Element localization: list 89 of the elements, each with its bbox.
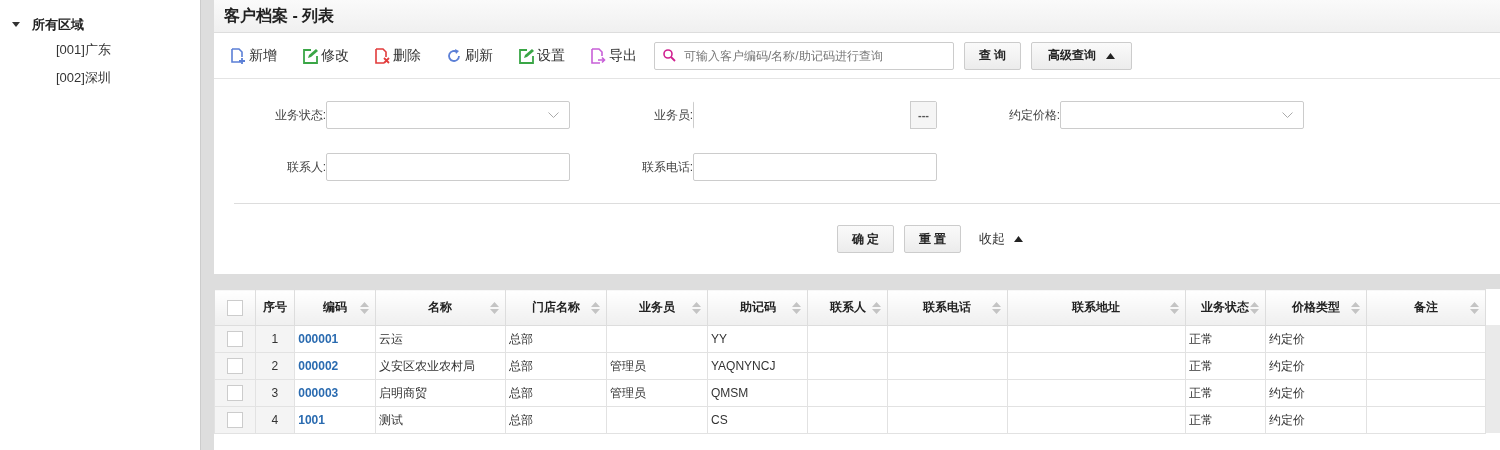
sort-icon[interactable] (1470, 300, 1480, 315)
search-icon (663, 49, 676, 62)
table-cell: 正常 (1188, 412, 1213, 427)
tree-item[interactable]: [002]深圳 (0, 64, 200, 92)
dropdown-field[interactable] (1060, 101, 1304, 129)
table-cell: 约定价 (1268, 331, 1305, 346)
table-cell: QMSM (710, 386, 749, 400)
dropdown-field[interactable] (326, 101, 570, 129)
table-cell: 总部 (509, 331, 534, 346)
sort-icon[interactable] (359, 300, 369, 315)
advanced-query-button[interactable]: 高级查询 (1031, 41, 1133, 70)
collapse-button[interactable]: 收起 (979, 230, 1024, 248)
table-cell: 正常 (1188, 358, 1213, 373)
column-header[interactable]: 备注 (1414, 299, 1438, 316)
checkbox[interactable] (226, 385, 243, 401)
checkbox[interactable] (226, 358, 243, 374)
sort-icon[interactable] (490, 300, 500, 315)
table-cell: 约定价 (1268, 358, 1305, 373)
table-cell: 管理员 (609, 385, 646, 400)
field-label: 联系人: (285, 158, 326, 176)
table-cell: 3 (271, 386, 279, 400)
delete-button[interactable]: 删除 (374, 46, 421, 65)
sort-icon[interactable] (872, 300, 882, 315)
table-cell: 2 (271, 359, 279, 373)
table-cell: 总部 (509, 412, 534, 427)
sort-icon[interactable] (991, 300, 1001, 315)
tree-item[interactable]: [001]广东 (0, 36, 200, 64)
refresh-icon (446, 47, 462, 64)
pencil-square-icon (302, 47, 318, 64)
reset-button[interactable]: 重 置 (904, 225, 962, 253)
table-cell: YY (710, 332, 727, 346)
window-title: 客户档案 - 列表 (224, 5, 335, 26)
sort-icon[interactable] (1350, 300, 1360, 315)
table-cell: 约定价 (1268, 412, 1305, 427)
table-cell: 总部 (509, 385, 534, 400)
table-cell: CS (710, 413, 728, 427)
refresh-button[interactable]: 刷新 (446, 46, 493, 65)
field-label: 业务状态: (273, 106, 326, 124)
checkbox[interactable] (226, 331, 243, 347)
table-cell: 约定价 (1268, 385, 1305, 400)
sort-icon[interactable] (590, 300, 600, 315)
column-header[interactable]: 名称 (428, 299, 453, 316)
table-cell: 云运 (378, 331, 403, 346)
document-arrow-icon (590, 47, 606, 64)
confirm-button[interactable]: 确 定 (836, 225, 894, 253)
column-header[interactable]: 联系地址 (1072, 299, 1121, 316)
scrollbar[interactable] (1486, 325, 1500, 433)
settings-button[interactable]: 设置 (518, 46, 565, 65)
field-label: 约定价格: (1007, 106, 1060, 124)
document-plus-icon (230, 47, 246, 64)
table-cell: 测试 (378, 412, 403, 427)
table-cell: 义安区农业农村局 (378, 358, 475, 373)
column-header[interactable]: 业务员 (638, 299, 675, 316)
table-cell: 启明商贸 (378, 385, 427, 400)
table-cell: 正常 (1188, 331, 1213, 346)
search-field[interactable]: 可输入客户编码/名称/助记码进行查询 (654, 41, 954, 70)
export-button[interactable]: 导出 (590, 46, 637, 65)
tree-item[interactable]: 所有区域 (32, 16, 84, 34)
picker-button[interactable]: --- (910, 102, 936, 128)
chevron-down-icon (548, 112, 559, 118)
column-header[interactable]: 编码 (322, 299, 347, 316)
pencil-square-icon (518, 47, 534, 64)
checkbox[interactable] (226, 299, 243, 316)
caret-up-icon (1014, 236, 1024, 242)
input-field[interactable] (326, 153, 570, 181)
picker-field[interactable]: --- (693, 101, 937, 129)
checkbox[interactable] (226, 412, 243, 428)
column-header[interactable]: 助记码 (739, 299, 776, 316)
sort-icon[interactable] (691, 300, 701, 315)
table-cell: 管理员 (609, 358, 646, 373)
code-link[interactable]: 1001 (298, 413, 325, 427)
add-button[interactable]: 新增 (230, 46, 277, 65)
caret-icon[interactable] (12, 22, 20, 28)
edit-button[interactable]: 修改 (302, 46, 349, 65)
document-cross-icon (374, 47, 390, 64)
query-button[interactable]: 查 询 (964, 41, 1022, 70)
table-cell: 4 (271, 413, 279, 427)
table-cell: 正常 (1188, 385, 1213, 400)
field-label: 联系电话: (640, 158, 693, 176)
table-cell: 1 (271, 332, 279, 346)
input-field[interactable] (693, 153, 937, 181)
field-label: 业务员: (652, 106, 693, 124)
table-cell: YAQNYNCJ (710, 359, 776, 373)
table-cell: 总部 (509, 358, 534, 373)
sort-icon[interactable] (1169, 300, 1179, 315)
sort-icon[interactable] (1249, 300, 1259, 315)
sort-icon[interactable] (792, 300, 802, 315)
chevron-down-icon (1282, 112, 1293, 118)
column-header[interactable]: 联系电话 (923, 299, 972, 316)
